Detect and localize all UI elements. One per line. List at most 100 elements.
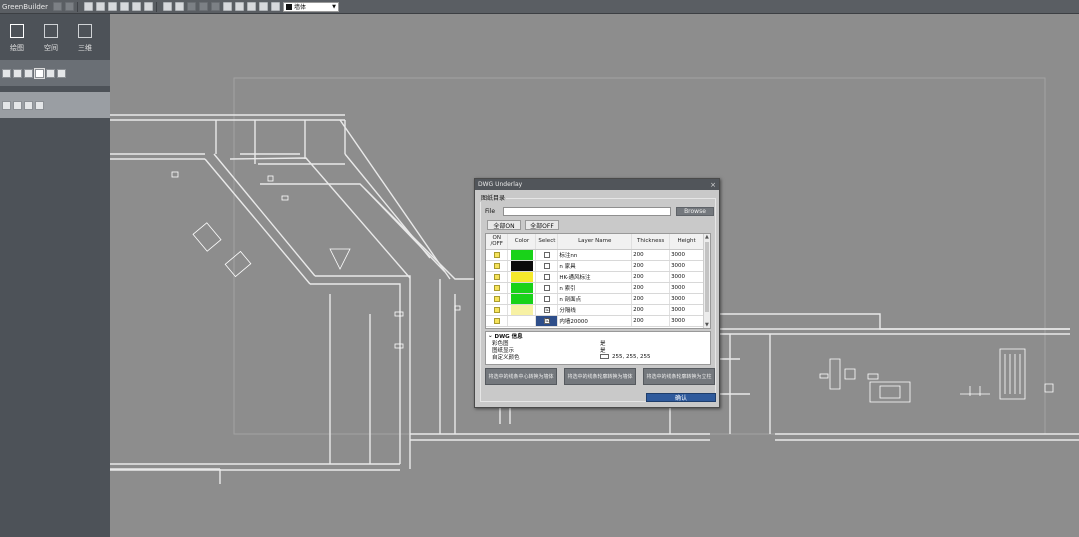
edit-tool-icon[interactable] xyxy=(2,100,11,110)
select-cell[interactable]: ☑ xyxy=(535,304,559,316)
onoff-cell[interactable] xyxy=(486,249,509,261)
settings-icon[interactable] xyxy=(247,2,256,11)
onoff-cell[interactable] xyxy=(486,271,509,283)
bulb-toggle-icon[interactable] xyxy=(494,251,501,258)
table-scrollbar[interactable]: ▲ ▼ xyxy=(703,234,710,328)
select-checkbox[interactable] xyxy=(544,295,551,302)
all-off-button[interactable]: 全部OFF xyxy=(525,220,559,230)
room-tool-icon[interactable] xyxy=(13,68,22,78)
thickness-cell[interactable]: 200 xyxy=(631,282,671,294)
zoom-extents-icon[interactable] xyxy=(223,2,232,11)
select-checkbox[interactable]: ☑ xyxy=(544,306,551,313)
layer-row[interactable]: n 剖面点 200 3000 xyxy=(486,293,704,305)
color-cell[interactable] xyxy=(507,304,537,316)
bulb-toggle-icon[interactable] xyxy=(494,273,501,280)
window-tool-icon[interactable] xyxy=(34,67,45,79)
onoff-cell[interactable] xyxy=(486,315,509,327)
select-cell[interactable] xyxy=(535,271,559,283)
color-cell[interactable] xyxy=(507,293,537,305)
tab-draw[interactable]: 绘图 xyxy=(0,14,34,60)
select-checkbox[interactable] xyxy=(544,284,551,291)
height-cell[interactable]: 3000 xyxy=(669,249,704,261)
color-cell[interactable] xyxy=(507,249,537,261)
save-icon[interactable] xyxy=(108,2,117,11)
bulb-toggle-icon[interactable] xyxy=(494,317,501,324)
layer-row[interactable]: ☑ 分隔线 200 3000 xyxy=(486,304,704,316)
zoom-out-icon[interactable] xyxy=(211,2,220,11)
bulb-toggle-icon[interactable] xyxy=(494,262,501,269)
color-cell[interactable] xyxy=(507,315,537,327)
height-cell[interactable]: 3000 xyxy=(669,260,704,272)
wall-tool-icon[interactable] xyxy=(2,68,11,78)
layer-row[interactable]: 标注nn 200 3000 xyxy=(486,249,704,261)
select-icon[interactable] xyxy=(163,2,172,11)
height-cell[interactable]: 3000 xyxy=(669,271,704,283)
layer-color-swatch[interactable] xyxy=(511,304,534,315)
confirm-button[interactable]: 确认 xyxy=(646,393,716,402)
thickness-cell[interactable]: 200 xyxy=(631,304,671,316)
layer-color-swatch[interactable] xyxy=(511,249,534,260)
layer-row[interactable]: n 索引 200 3000 xyxy=(486,282,704,294)
undo-icon[interactable] xyxy=(53,2,62,11)
bulb-toggle-icon[interactable] xyxy=(494,306,501,313)
layer-color-swatch[interactable] xyxy=(511,260,534,271)
list-icon[interactable] xyxy=(259,2,268,11)
outline-to-column-button[interactable]: 将选中的线条轮廓转换为立柱 xyxy=(643,368,715,385)
select-checkbox[interactable] xyxy=(544,273,551,280)
height-cell[interactable]: 3000 xyxy=(669,282,704,294)
select-checkbox[interactable] xyxy=(544,262,551,269)
scroll-thumb[interactable] xyxy=(705,242,709,312)
height-cell[interactable]: 3000 xyxy=(669,293,704,305)
redo-icon[interactable] xyxy=(65,2,74,11)
thickness-cell[interactable]: 200 xyxy=(631,260,671,272)
tab-3d[interactable]: 三维 xyxy=(68,14,102,60)
thickness-cell[interactable]: 200 xyxy=(631,249,671,261)
layer-row[interactable]: n 家具 200 3000 xyxy=(486,260,704,272)
browse-button[interactable]: Browse xyxy=(676,207,714,216)
select-checkbox[interactable]: ☑ xyxy=(544,317,551,324)
bulb-toggle-icon[interactable] xyxy=(494,284,501,291)
pan-icon[interactable] xyxy=(175,2,184,11)
zoom-in-icon[interactable] xyxy=(199,2,208,11)
select-cell[interactable] xyxy=(535,260,559,272)
scroll-down-icon[interactable]: ▼ xyxy=(705,322,709,328)
layer-color-swatch[interactable] xyxy=(511,315,534,326)
thickness-cell[interactable]: 200 xyxy=(631,315,671,327)
thickness-cell[interactable]: 200 xyxy=(631,271,671,283)
new-file-icon[interactable] xyxy=(84,2,93,11)
stair-tool-icon[interactable] xyxy=(57,68,66,78)
color-cell[interactable] xyxy=(507,271,537,283)
layer-row[interactable]: ☑ 内墙20000 200 3000 xyxy=(486,315,704,327)
layer-row[interactable]: HK-通风标注 200 3000 xyxy=(486,271,704,283)
bulb-toggle-icon[interactable] xyxy=(494,295,501,302)
tab-space[interactable]: 空间 xyxy=(34,14,68,60)
prop-custom-color[interactable]: 自定义颜色 255, 255, 255 xyxy=(486,353,710,361)
edit-tool-icon[interactable] xyxy=(24,100,33,110)
print-icon[interactable] xyxy=(120,2,129,11)
layer-color-swatch[interactable] xyxy=(511,282,534,293)
layer-color-swatch[interactable] xyxy=(511,293,534,304)
all-on-button[interactable]: 全部ON xyxy=(487,220,521,230)
onoff-cell[interactable] xyxy=(486,260,509,272)
drawing-canvas[interactable]: DWG Underlay × 图纸目录 File Browse 全部ON 全部O… xyxy=(110,14,1079,537)
onoff-cell[interactable] xyxy=(486,304,509,316)
edit-tool-icon[interactable] xyxy=(13,100,22,110)
grid-icon[interactable] xyxy=(235,2,244,11)
export-icon[interactable] xyxy=(132,2,141,11)
file-path-input[interactable] xyxy=(503,207,671,216)
select-cell[interactable] xyxy=(535,249,559,261)
onoff-cell[interactable] xyxy=(486,282,509,294)
height-cell[interactable]: 3000 xyxy=(669,304,704,316)
edit-tool-icon[interactable] xyxy=(35,100,44,110)
scroll-up-icon[interactable]: ▲ xyxy=(705,234,709,240)
select-checkbox[interactable] xyxy=(544,251,551,258)
onoff-cell[interactable] xyxy=(486,293,509,305)
close-icon[interactable]: × xyxy=(710,181,716,189)
select-cell[interactable]: ☑ xyxy=(535,315,559,327)
color-cell[interactable] xyxy=(507,260,537,272)
height-cell[interactable]: 3000 xyxy=(669,315,704,327)
open-icon[interactable] xyxy=(96,2,105,11)
thickness-cell[interactable]: 200 xyxy=(631,293,671,305)
rotate-icon[interactable] xyxy=(187,2,196,11)
outline-to-wall-button[interactable]: 将选中的线条轮廓转换为墙体 xyxy=(564,368,636,385)
